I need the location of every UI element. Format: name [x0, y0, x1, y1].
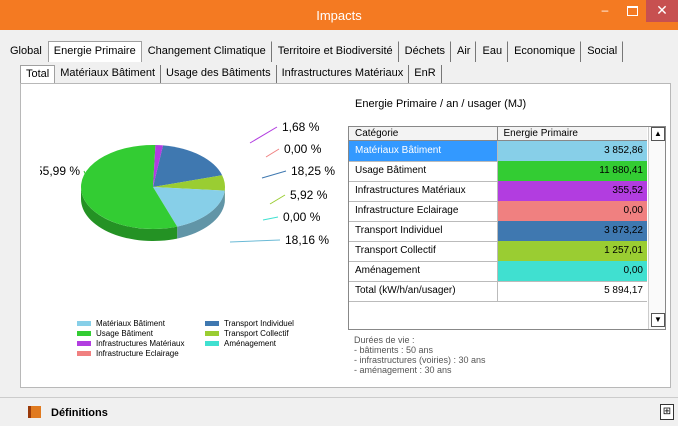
- close-button[interactable]: ✕: [646, 0, 678, 22]
- legend-label: Matériaux Bâtiment: [96, 319, 165, 328]
- header-categorie[interactable]: Catégorie: [349, 127, 498, 140]
- tab-energie-primaire[interactable]: Energie Primaire: [48, 41, 142, 62]
- pie-label: 1,68 %: [282, 120, 320, 134]
- value-cell: 1 257,01: [498, 241, 647, 261]
- tab-global[interactable]: Global: [4, 41, 48, 62]
- tab-eau[interactable]: Eau: [476, 41, 508, 62]
- value-cell: 3 873,22: [498, 221, 647, 241]
- maximize-icon: [627, 6, 638, 16]
- data-grid: Catégorie Energie Primaire Matériaux Bât…: [348, 126, 666, 330]
- category-cell: Infrastructures Matériaux: [349, 181, 498, 201]
- table-title: Energie Primaire / an / usager (MJ): [355, 98, 526, 110]
- header-energie-primaire[interactable]: Energie Primaire: [498, 127, 648, 140]
- category-cell: Transport Individuel: [349, 221, 498, 241]
- pie-label: 5,92 %: [290, 188, 328, 202]
- title-bar: Impacts – ✕: [0, 0, 678, 30]
- value-cell: 0,00: [498, 201, 647, 221]
- note-line: - bâtiments : 50 ans: [354, 345, 486, 355]
- main-tabs: Global Energie Primaire Changement Clima…: [4, 41, 623, 61]
- legend-label: Infrastructure Eclairage: [96, 349, 179, 358]
- scroll-down-icon[interactable]: ▼: [651, 313, 665, 327]
- pie-label: 55,99 %: [40, 164, 80, 178]
- category-cell: Total (kW/h/an/usager): [349, 281, 498, 301]
- tab-air[interactable]: Air: [451, 41, 476, 62]
- subtab-enr[interactable]: EnR: [409, 65, 441, 83]
- legend-item: Transport Individuel: [205, 319, 294, 328]
- vertical-scrollbar[interactable]: ▲ ▼: [648, 127, 665, 329]
- table-row[interactable]: Matériaux Bâtiment3 852,86: [349, 141, 647, 162]
- pie-label: 18,16 %: [285, 233, 329, 247]
- legend-item: Transport Collectif: [205, 329, 289, 338]
- legend-label: Transport Collectif: [224, 329, 289, 338]
- legend-swatch: [77, 351, 91, 356]
- category-cell: Transport Collectif: [349, 241, 498, 261]
- legend-item: Usage Bâtiment: [77, 329, 153, 338]
- grid-header: Catégorie Energie Primaire: [349, 127, 647, 141]
- note-line: - infrastructures (voiries) : 30 ans: [354, 355, 486, 365]
- legend-swatch: [77, 331, 91, 336]
- legend-swatch: [77, 321, 91, 326]
- legend-swatch: [205, 341, 219, 346]
- legend-item: Infrastructure Eclairage: [77, 349, 179, 358]
- category-cell: Infrastructure Eclairage: [349, 201, 498, 221]
- value-cell: 3 852,86: [498, 141, 647, 161]
- category-cell: Usage Bâtiment: [349, 161, 498, 181]
- pin-icon[interactable]: ⊞: [660, 404, 674, 420]
- note-line: - aménagement : 30 ans: [354, 365, 486, 375]
- subtab-materiaux-batiment[interactable]: Matériaux Bâtiment: [55, 65, 161, 83]
- legend-label: Transport Individuel: [224, 319, 294, 328]
- legend-swatch: [205, 321, 219, 326]
- tab-economique[interactable]: Economique: [508, 41, 581, 62]
- table-row[interactable]: Infrastructure Eclairage0,00: [349, 201, 647, 222]
- tab-dechets[interactable]: Déchets: [399, 41, 451, 62]
- legend-swatch: [205, 331, 219, 336]
- table-row[interactable]: Total (kW/h/an/usager)5 894,17: [349, 281, 647, 302]
- definitions-label[interactable]: Définitions: [51, 407, 108, 419]
- subtab-infrastructures-materiaux[interactable]: Infrastructures Matériaux: [277, 65, 410, 83]
- leader-line: [270, 195, 285, 204]
- pie-chart: 18,16 % 55,99 % 1,68 % 0,00 % 18,25 % 5,92 % 0…: [40, 120, 340, 260]
- table-row[interactable]: Transport Collectif1 257,01: [349, 241, 647, 262]
- table-row[interactable]: Aménagement0,00: [349, 261, 647, 282]
- legend-item: Matériaux Bâtiment: [77, 319, 165, 328]
- legend-label: Aménagement: [224, 339, 276, 348]
- legend-item: Aménagement: [205, 339, 276, 348]
- lifetime-notes: Durées de vie : - bâtiments : 50 ans - i…: [354, 335, 486, 375]
- legend-label: Usage Bâtiment: [96, 329, 153, 338]
- leader-line: [250, 127, 277, 143]
- subtab-total[interactable]: Total: [20, 65, 55, 84]
- category-cell: Aménagement: [349, 261, 498, 281]
- pie-label: 0,00 %: [283, 210, 321, 224]
- legend-swatch: [77, 341, 91, 346]
- pie-label: 18,25 %: [291, 164, 335, 178]
- legend-label: Infrastructures Matériaux: [96, 339, 184, 348]
- table-row[interactable]: Transport Individuel3 873,22: [349, 221, 647, 242]
- bottom-bar: Définitions ⊞: [0, 397, 678, 426]
- maximize-button[interactable]: [620, 0, 644, 22]
- note-line: Durées de vie :: [354, 335, 486, 345]
- window-title: Impacts: [0, 8, 678, 23]
- pie-label: 0,00 %: [284, 142, 322, 156]
- tab-territoire[interactable]: Territoire et Biodiversité: [272, 41, 399, 62]
- legend-item: Infrastructures Matériaux: [77, 339, 184, 348]
- value-cell: 355,52: [498, 181, 647, 201]
- leader-line: [230, 240, 280, 242]
- subtab-usage-batiments[interactable]: Usage des Bâtiments: [161, 65, 277, 83]
- leader-line: [266, 149, 279, 157]
- leader-line: [263, 217, 278, 220]
- scroll-up-icon[interactable]: ▲: [651, 127, 665, 141]
- minimize-button[interactable]: –: [593, 0, 617, 22]
- book-icon: [28, 406, 41, 418]
- value-cell: 11 880,41: [498, 161, 647, 181]
- category-cell: Matériaux Bâtiment: [349, 141, 498, 161]
- tab-social[interactable]: Social: [581, 41, 623, 62]
- value-cell: 5 894,17: [498, 281, 647, 301]
- table-row[interactable]: Usage Bâtiment11 880,41: [349, 161, 647, 182]
- value-cell: 0,00: [498, 261, 647, 281]
- sub-tabs: Total Matériaux Bâtiment Usage des Bâtim…: [20, 65, 442, 83]
- tab-changement-climatique[interactable]: Changement Climatique: [142, 41, 272, 62]
- table-row[interactable]: Infrastructures Matériaux355,52: [349, 181, 647, 202]
- leader-line: [262, 171, 286, 178]
